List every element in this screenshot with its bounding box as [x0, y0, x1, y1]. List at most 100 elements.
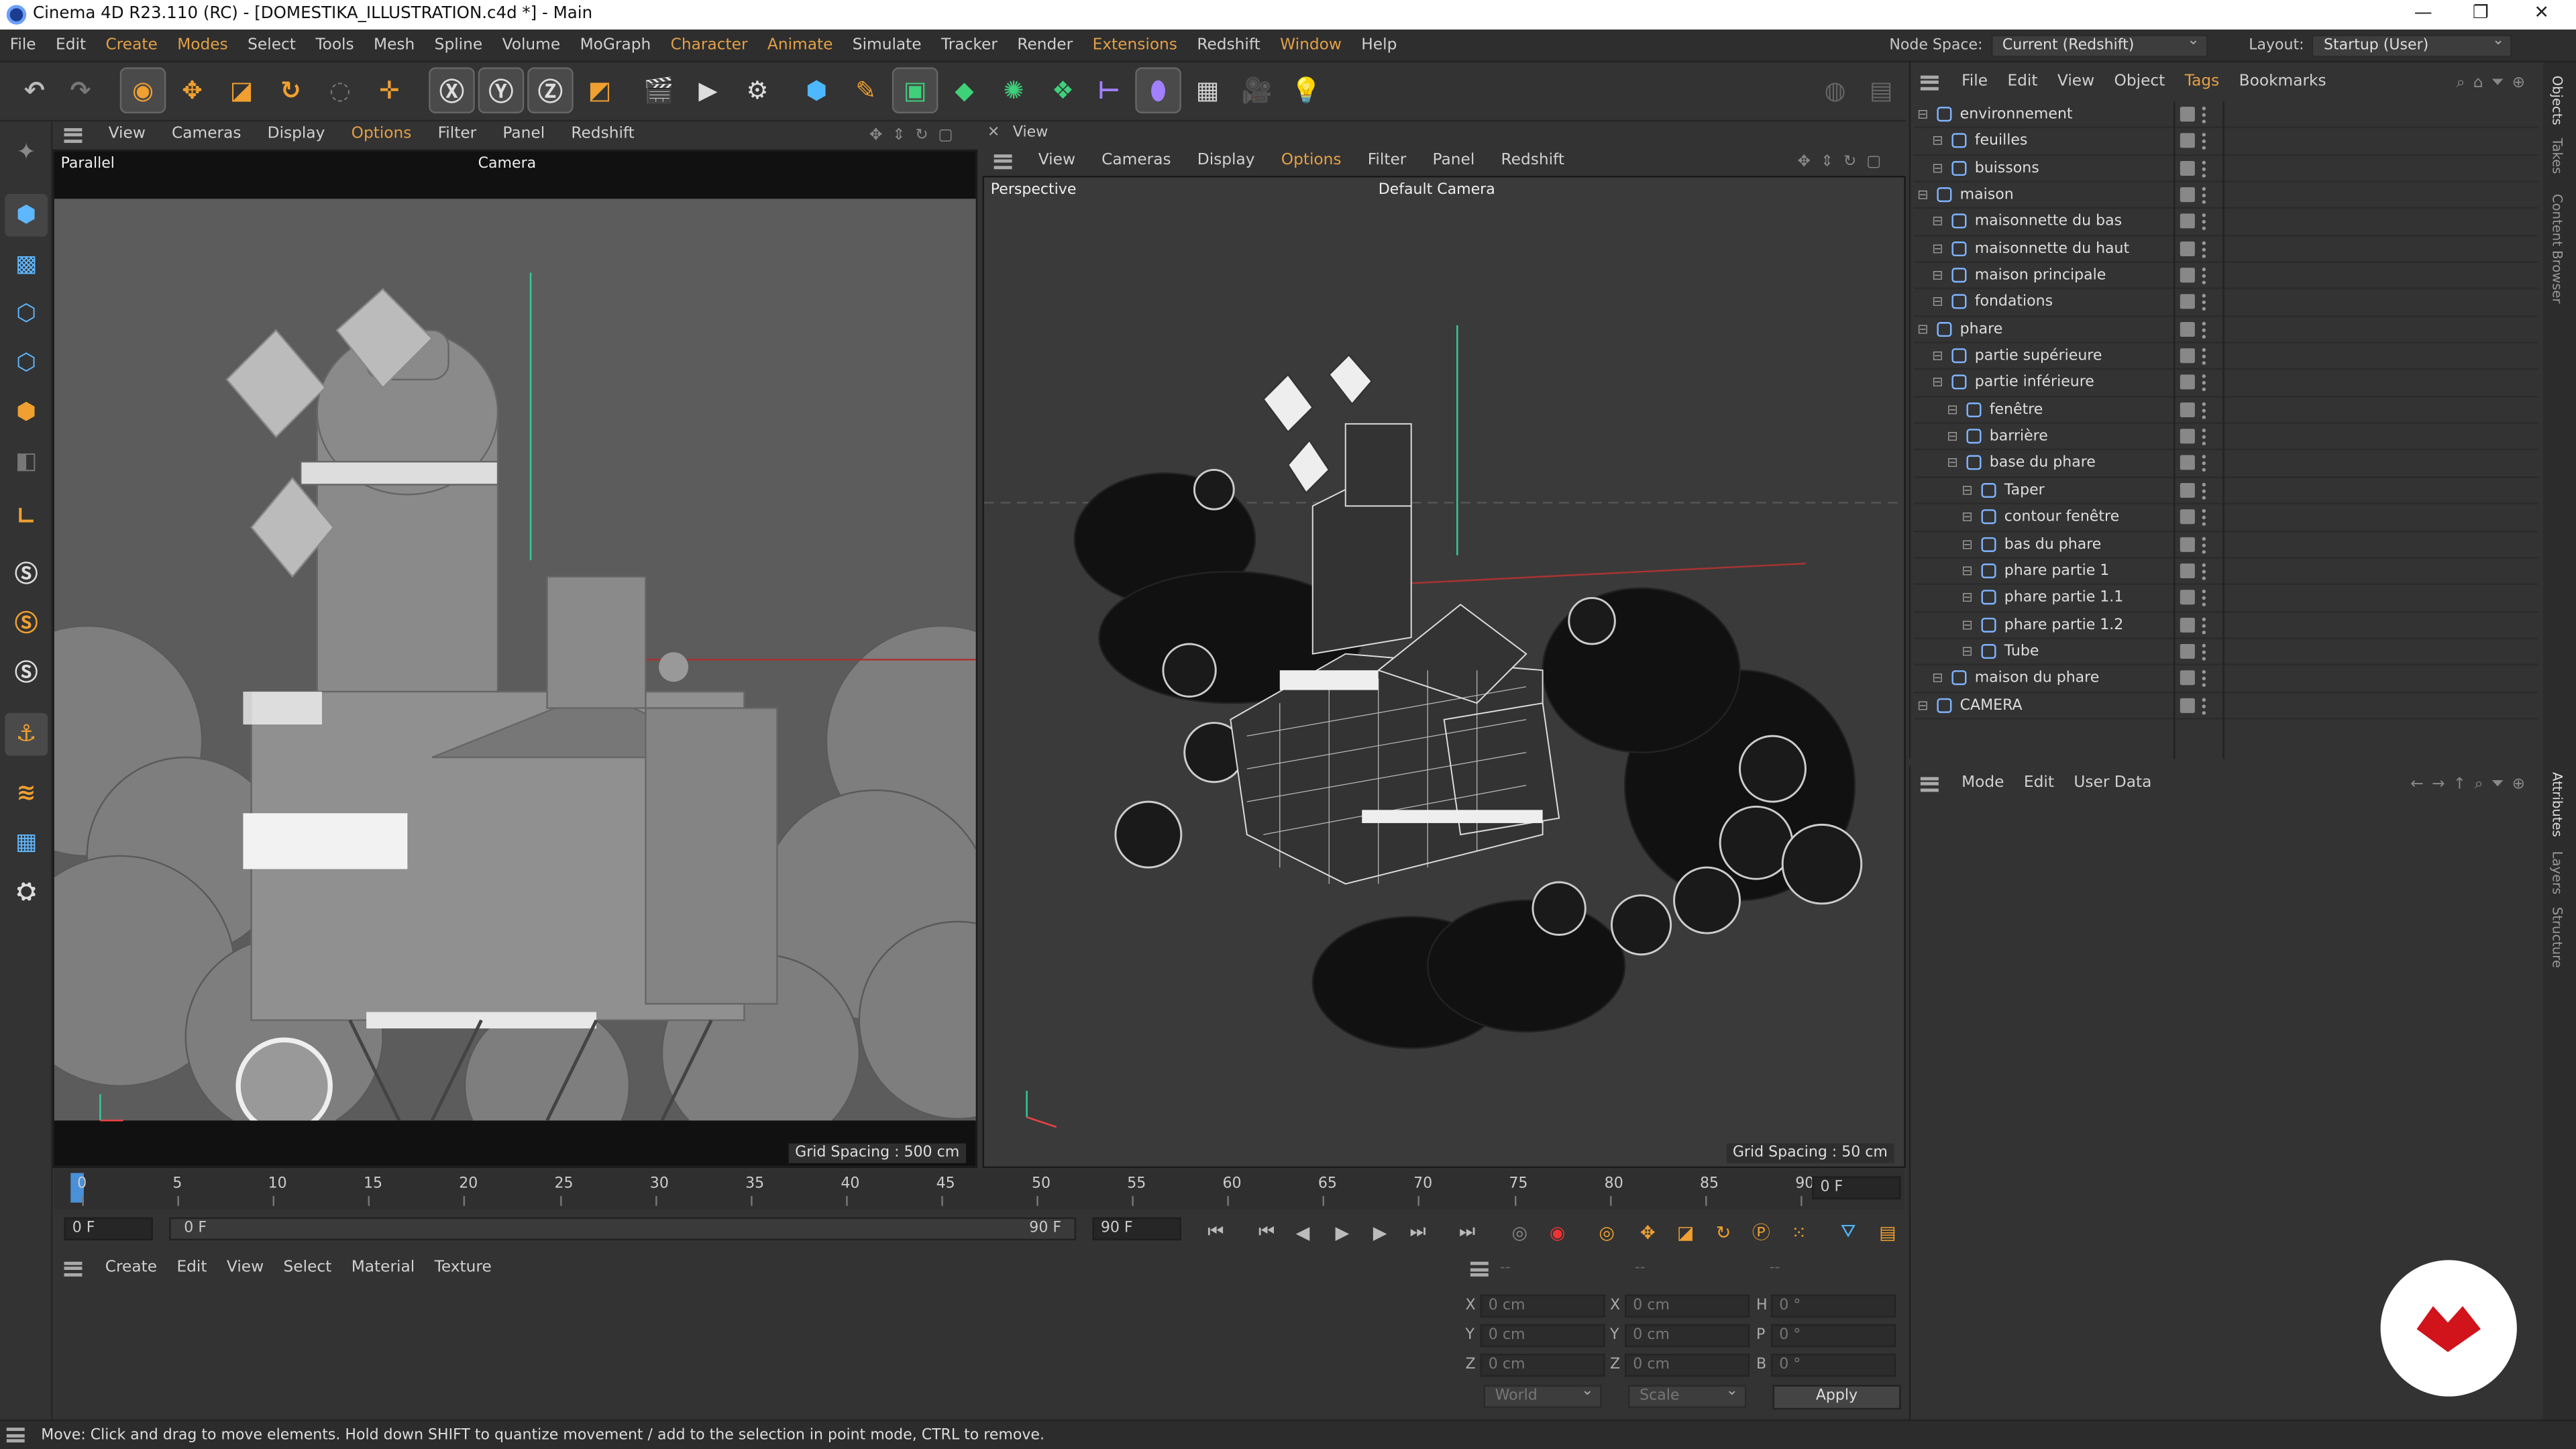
layer-visibility-icon[interactable]	[2180, 563, 2195, 578]
snap-icon[interactable]: Ⓢ	[5, 552, 48, 595]
menu-select[interactable]: Select	[237, 29, 305, 62]
editor-render-dots-icon[interactable]	[2201, 158, 2207, 177]
expand-toggle-icon[interactable]: ⊟	[1932, 671, 1943, 686]
mat-menu-create[interactable]: Create	[95, 1255, 167, 1281]
vp1-menu-redshift[interactable]: Redshift	[558, 121, 648, 148]
menu-file[interactable]: File	[0, 29, 46, 62]
size-y-field[interactable]: 0 cm	[1625, 1324, 1750, 1348]
editor-render-dots-icon[interactable]	[2201, 292, 2207, 311]
light-icon[interactable]: 💡	[1285, 69, 1328, 112]
layer-visibility-icon[interactable]	[2180, 241, 2195, 256]
points-mode-icon[interactable]: ⬡	[5, 292, 48, 335]
editor-render-dots-icon[interactable]	[2201, 588, 2207, 607]
object-row[interactable]: ⊟ fenêtre	[1914, 397, 2538, 425]
menu-tracker[interactable]: Tracker	[931, 29, 1007, 62]
y-axis-lock-icon[interactable]: Ⓨ	[478, 67, 525, 113]
menu-extensions[interactable]: Extensions	[1083, 29, 1187, 62]
rot-b-field[interactable]: 0 °	[1771, 1353, 1896, 1377]
pos-x-field[interactable]: 0 cm	[1480, 1294, 1605, 1318]
editor-render-dots-icon[interactable]	[2201, 669, 2207, 688]
editor-render-dots-icon[interactable]	[2201, 131, 2207, 150]
viewport1-nav-icons[interactable]: ✥⇕↻▢	[869, 125, 963, 144]
cube-object-icon[interactable]: ⬢	[795, 69, 838, 112]
viewport1-camera[interactable]: Camera	[478, 156, 537, 172]
object-row[interactable]: ⊟ partie inférieure	[1914, 370, 2538, 398]
menu-character[interactable]: Character	[661, 29, 757, 62]
key-position-icon[interactable]: ✥	[1631, 1216, 1664, 1248]
layer-visibility-icon[interactable]	[2180, 107, 2195, 122]
layer-visibility-icon[interactable]	[2180, 375, 2195, 390]
apply-button[interactable]: Apply	[1772, 1385, 1901, 1410]
attr-menu-edit[interactable]: Edit	[2014, 771, 2063, 797]
move-tool-icon[interactable]: ✥	[171, 69, 214, 112]
object-row[interactable]: ⊟ contour fenêtre	[1914, 504, 2538, 532]
vp1-menu-filter[interactable]: Filter	[425, 121, 490, 148]
expand-toggle-icon[interactable]: ⊟	[1917, 107, 1928, 121]
viewport-perspective[interactable]: Perspective Default Camera Grid Spacing …	[982, 176, 1906, 1169]
key-pla-icon[interactable]: ⁙	[1782, 1216, 1815, 1248]
mat-menu-texture[interactable]: Texture	[425, 1255, 502, 1281]
recent-tool-icon[interactable]: ◌	[319, 69, 362, 112]
object-row[interactable]: ⊟ environnement	[1914, 102, 2538, 129]
quantize-icon[interactable]: Ⓢ	[5, 651, 48, 694]
editor-render-dots-icon[interactable]	[2201, 185, 2207, 204]
attribute-nav-icons[interactable]: ←→↑⌕⏷⊕	[2410, 775, 2533, 793]
expand-toggle-icon[interactable]: ⊟	[1962, 644, 1972, 659]
layer-visibility-icon[interactable]	[2180, 348, 2195, 364]
expand-toggle-icon[interactable]: ⊟	[1932, 294, 1943, 309]
object-row[interactable]: ⊟ phare partie 1	[1914, 558, 2538, 586]
key-scale-icon[interactable]: ◪	[1669, 1216, 1702, 1248]
viewport1-menu-icon[interactable]	[64, 127, 83, 142]
menu-mograph[interactable]: MoGraph	[570, 29, 661, 62]
mat-menu-material[interactable]: Material	[341, 1255, 425, 1281]
object-row[interactable]: ⊟ maison du phare	[1914, 665, 2538, 693]
tab-structure[interactable]: Structure	[2550, 907, 2565, 968]
attr-menu-userdata[interactable]: User Data	[2064, 771, 2161, 797]
layer-visibility-icon[interactable]	[2180, 187, 2195, 203]
layer-visibility-icon[interactable]	[2180, 160, 2195, 176]
viewport-parallel[interactable]: Parallel Camera Grid Spacing: 500 cm	[52, 149, 978, 1169]
menu-window[interactable]: Window	[1270, 29, 1351, 62]
object-row[interactable]: ⊟ buissons	[1914, 156, 2538, 182]
uv-mode-icon[interactable]: ◧	[5, 440, 48, 483]
size-z-field[interactable]: 0 cm	[1625, 1353, 1750, 1377]
object-row[interactable]: ⊟ maison principale	[1914, 263, 2538, 290]
coord-size-select[interactable]: Scale	[1627, 1382, 1747, 1408]
object-row[interactable]: ⊟ feuilles	[1914, 129, 2538, 156]
timeline-ruler[interactable]: 0 5 10 15 20 25 30 35 40 45 50 55 60 65 70 75 80 85 90 0 F	[54, 1169, 1904, 1210]
play-icon[interactable]: ▶	[1326, 1216, 1358, 1248]
viewport2-nav-icons[interactable]: ✥⇕↻▢	[1798, 152, 1891, 170]
render-region-icon[interactable]: ▤	[1860, 69, 1902, 112]
pos-y-field[interactable]: 0 cm	[1480, 1324, 1605, 1348]
expand-toggle-icon[interactable]: ⊟	[1932, 241, 1943, 256]
viewport2-menu-icon[interactable]	[994, 153, 1012, 169]
lock-workplane-icon[interactable]: ⛭	[5, 871, 48, 914]
select-tool-icon[interactable]: ◉	[119, 67, 166, 113]
expand-toggle-icon[interactable]: ⊟	[1947, 402, 1957, 417]
object-row[interactable]: ⊟ partie supérieure	[1914, 343, 2538, 371]
expand-toggle-icon[interactable]: ⊟	[1917, 698, 1928, 712]
layer-visibility-icon[interactable]	[2180, 697, 2195, 712]
vp1-menu-cameras[interactable]: Cameras	[158, 121, 254, 148]
coord-mode-select[interactable]: World	[1483, 1382, 1602, 1408]
spline-pen-icon[interactable]: ✎	[845, 69, 888, 112]
obj-menu-view[interactable]: View	[2047, 69, 2104, 95]
vp1-menu-display[interactable]: Display	[254, 121, 338, 148]
obj-menu-file[interactable]: File	[1951, 69, 1997, 95]
layer-visibility-icon[interactable]	[2180, 536, 2195, 551]
vp2-menu-panel[interactable]: Panel	[1419, 148, 1488, 174]
render-view-icon[interactable]: 🎬	[637, 69, 680, 112]
tab-content-browser[interactable]: Content Browser	[2550, 194, 2565, 304]
obj-menu-edit[interactable]: Edit	[1998, 69, 2047, 95]
expand-toggle-icon[interactable]: ⊟	[1932, 160, 1943, 175]
expand-toggle-icon[interactable]: ⊟	[1917, 321, 1928, 336]
goto-end-icon[interactable]: ⏭	[1450, 1216, 1483, 1248]
menu-spline[interactable]: Spline	[425, 29, 492, 62]
menu-animate[interactable]: Animate	[757, 29, 843, 62]
axis-mode-icon[interactable]: ∟	[5, 496, 48, 539]
layer-visibility-icon[interactable]	[2180, 643, 2195, 659]
layer-visibility-icon[interactable]	[2180, 294, 2195, 310]
attribute-menu-icon[interactable]	[1920, 776, 1939, 792]
expand-toggle-icon[interactable]: ⊟	[1962, 617, 1972, 632]
editor-render-dots-icon[interactable]	[2201, 319, 2207, 338]
